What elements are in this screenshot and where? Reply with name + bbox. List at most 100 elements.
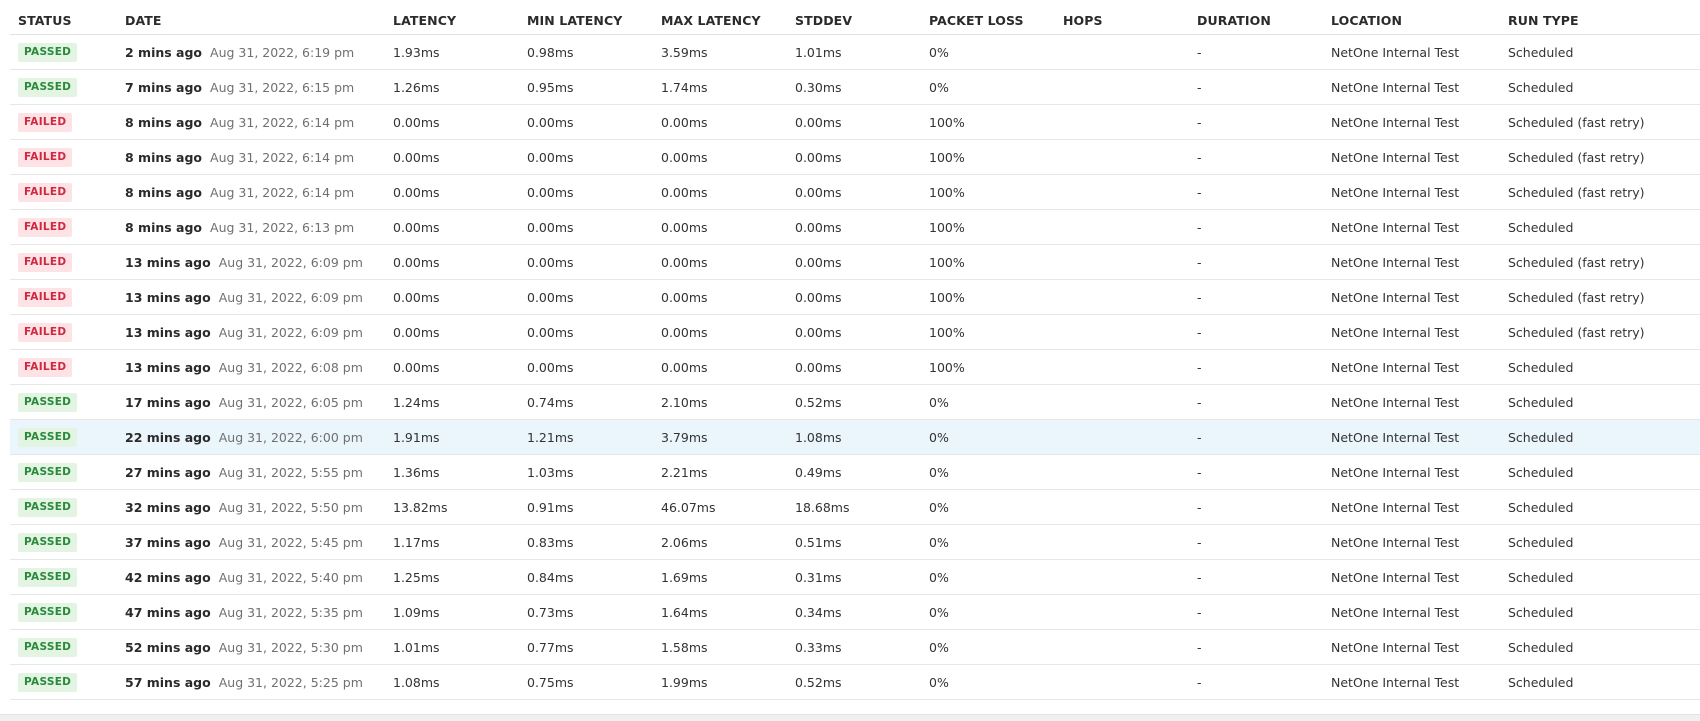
table-row[interactable]: PASSED 32 mins ago Aug 31, 2022, 5:50 pm 13… xyxy=(10,489,1700,525)
duration-cell: - xyxy=(1189,454,1323,490)
table-row[interactable]: PASSED 52 mins ago Aug 31, 2022, 5:30 pm 1.… xyxy=(10,629,1700,665)
duration-cell: - xyxy=(1189,139,1323,175)
date-absolute: Aug 31, 2022, 5:25 pm xyxy=(218,674,363,690)
duration-cell: - xyxy=(1189,34,1323,70)
packet-loss-cell: 0% xyxy=(921,454,1055,490)
column-header-hops[interactable]: HOPS xyxy=(1055,6,1189,35)
date-relative: 22 mins ago xyxy=(125,429,211,445)
stddev-cell: 0.30ms xyxy=(787,69,921,105)
max-latency-cell: 0.00ms xyxy=(653,244,787,280)
table-row[interactable]: FAILED 13 mins ago Aug 31, 2022, 6:09 pm 0.… xyxy=(10,279,1700,315)
date-absolute: Aug 31, 2022, 6:14 pm xyxy=(210,184,355,200)
table-row[interactable]: PASSED 42 mins ago Aug 31, 2022, 5:40 pm 1.… xyxy=(10,559,1700,595)
table-row[interactable]: FAILED 8 mins ago Aug 31, 2022, 6:13 pm 0.0… xyxy=(10,209,1700,245)
latency-cell: 0.00ms xyxy=(385,244,519,280)
table-row[interactable]: PASSED 47 mins ago Aug 31, 2022, 5:35 pm 1.… xyxy=(10,594,1700,630)
column-header-latency[interactable]: LATENCY xyxy=(385,6,519,35)
latency-cell: 1.08ms xyxy=(385,664,519,700)
table-body: PASSED 2 mins ago Aug 31, 2022, 6:19 pm 1.9… xyxy=(10,34,1700,700)
date-relative: 8 mins ago xyxy=(125,184,203,200)
status-cell: FAILED xyxy=(10,279,117,315)
column-header-run-type[interactable]: RUN TYPE xyxy=(1500,6,1700,35)
table-row[interactable]: FAILED 8 mins ago Aug 31, 2022, 6:14 pm 0.0… xyxy=(10,104,1700,140)
run-type-cell: Scheduled xyxy=(1500,594,1700,630)
max-latency-cell: 0.00ms xyxy=(653,349,787,385)
table-row[interactable]: FAILED 13 mins ago Aug 31, 2022, 6:09 pm 0.… xyxy=(10,314,1700,350)
hops-cell xyxy=(1055,559,1189,595)
table-row[interactable]: FAILED 13 mins ago Aug 31, 2022, 6:09 pm 0.… xyxy=(10,244,1700,280)
run-type-cell: Scheduled xyxy=(1500,69,1700,105)
location-cell: NetOne Internal Test xyxy=(1323,419,1500,455)
duration-cell: - xyxy=(1189,629,1323,665)
table-row[interactable]: PASSED 37 mins ago Aug 31, 2022, 5:45 pm 1.… xyxy=(10,524,1700,560)
table-row[interactable]: FAILED 8 mins ago Aug 31, 2022, 6:14 pm 0.0… xyxy=(10,174,1700,210)
column-header-date[interactable]: DATE xyxy=(117,6,385,35)
run-type-cell: Scheduled (fast retry) xyxy=(1500,139,1700,175)
horizontal-scrollbar[interactable] xyxy=(0,714,1700,721)
table-row[interactable]: PASSED 22 mins ago Aug 31, 2022, 6:00 pm 1.… xyxy=(10,419,1700,455)
column-header-duration[interactable]: DURATION xyxy=(1189,6,1323,35)
column-header-location[interactable]: LOCATION xyxy=(1323,6,1500,35)
table-row[interactable]: PASSED 7 mins ago Aug 31, 2022, 6:15 pm 1.2… xyxy=(10,69,1700,105)
column-header-min-latency[interactable]: MIN LATENCY xyxy=(519,6,653,35)
packet-loss-cell: 0% xyxy=(921,629,1055,665)
hops-cell xyxy=(1055,349,1189,385)
packet-loss-cell: 100% xyxy=(921,209,1055,245)
min-latency-cell: 1.21ms xyxy=(519,419,653,455)
date-relative: 13 mins ago xyxy=(125,254,211,270)
date-absolute: Aug 31, 2022, 6:15 pm xyxy=(210,79,355,95)
table-row[interactable]: PASSED 17 mins ago Aug 31, 2022, 6:05 pm 1.… xyxy=(10,384,1700,420)
max-latency-cell: 0.00ms xyxy=(653,209,787,245)
status-cell: PASSED xyxy=(10,419,117,455)
date-cell: 13 mins ago Aug 31, 2022, 6:08 pm xyxy=(117,349,385,385)
table-row[interactable]: PASSED 2 mins ago Aug 31, 2022, 6:19 pm 1.9… xyxy=(10,34,1700,70)
date-absolute: Aug 31, 2022, 5:45 pm xyxy=(218,534,363,550)
date-cell: 47 mins ago Aug 31, 2022, 5:35 pm xyxy=(117,594,385,630)
hops-cell xyxy=(1055,139,1189,175)
status-badge: PASSED xyxy=(18,77,78,97)
hops-cell xyxy=(1055,594,1189,630)
date-cell: 8 mins ago Aug 31, 2022, 6:14 pm xyxy=(117,139,385,175)
status-cell: PASSED xyxy=(10,524,117,560)
table-row[interactable]: FAILED 13 mins ago Aug 31, 2022, 6:08 pm 0.… xyxy=(10,349,1700,385)
column-header-max-latency[interactable]: MAX LATENCY xyxy=(653,6,787,35)
hops-cell xyxy=(1055,419,1189,455)
stddev-cell: 0.00ms xyxy=(787,104,921,140)
location-cell: NetOne Internal Test xyxy=(1323,279,1500,315)
date-relative: 32 mins ago xyxy=(125,499,211,515)
date-absolute: Aug 31, 2022, 6:09 pm xyxy=(218,289,363,305)
status-badge: PASSED xyxy=(18,672,78,692)
date-cell: 27 mins ago Aug 31, 2022, 5:55 pm xyxy=(117,454,385,490)
date-absolute: Aug 31, 2022, 6:05 pm xyxy=(218,394,363,410)
status-badge: PASSED xyxy=(18,532,78,552)
location-cell: NetOne Internal Test xyxy=(1323,629,1500,665)
table-row[interactable]: FAILED 8 mins ago Aug 31, 2022, 6:14 pm 0.0… xyxy=(10,139,1700,175)
column-header-status[interactable]: STATUS xyxy=(10,6,117,35)
location-cell: NetOne Internal Test xyxy=(1323,209,1500,245)
column-header-packet-loss[interactable]: PACKET LOSS xyxy=(921,6,1055,35)
hops-cell xyxy=(1055,104,1189,140)
date-absolute: Aug 31, 2022, 5:30 pm xyxy=(218,639,363,655)
hops-cell xyxy=(1055,454,1189,490)
hops-cell xyxy=(1055,489,1189,525)
stddev-cell: 18.68ms xyxy=(787,489,921,525)
date-cell: 17 mins ago Aug 31, 2022, 6:05 pm xyxy=(117,384,385,420)
table-row[interactable]: PASSED 57 mins ago Aug 31, 2022, 5:25 pm 1.… xyxy=(10,664,1700,700)
latency-cell: 1.93ms xyxy=(385,34,519,70)
max-latency-cell: 1.64ms xyxy=(653,594,787,630)
duration-cell: - xyxy=(1189,174,1323,210)
latency-cell: 0.00ms xyxy=(385,139,519,175)
location-cell: NetOne Internal Test xyxy=(1323,524,1500,560)
date-absolute: Aug 31, 2022, 5:35 pm xyxy=(218,604,363,620)
table-header-row: STATUS DATE LATENCY MIN LATENCY MAX LATE… xyxy=(10,6,1700,35)
run-type-cell: Scheduled (fast retry) xyxy=(1500,244,1700,280)
packet-loss-cell: 100% xyxy=(921,174,1055,210)
status-badge: PASSED xyxy=(18,392,78,412)
column-header-stddev[interactable]: STDDEV xyxy=(787,6,921,35)
table-row[interactable]: PASSED 27 mins ago Aug 31, 2022, 5:55 pm 1.… xyxy=(10,454,1700,490)
packet-loss-cell: 100% xyxy=(921,349,1055,385)
max-latency-cell: 0.00ms xyxy=(653,279,787,315)
run-type-cell: Scheduled xyxy=(1500,349,1700,385)
date-cell: 37 mins ago Aug 31, 2022, 5:45 pm xyxy=(117,524,385,560)
date-relative: 8 mins ago xyxy=(125,114,203,130)
